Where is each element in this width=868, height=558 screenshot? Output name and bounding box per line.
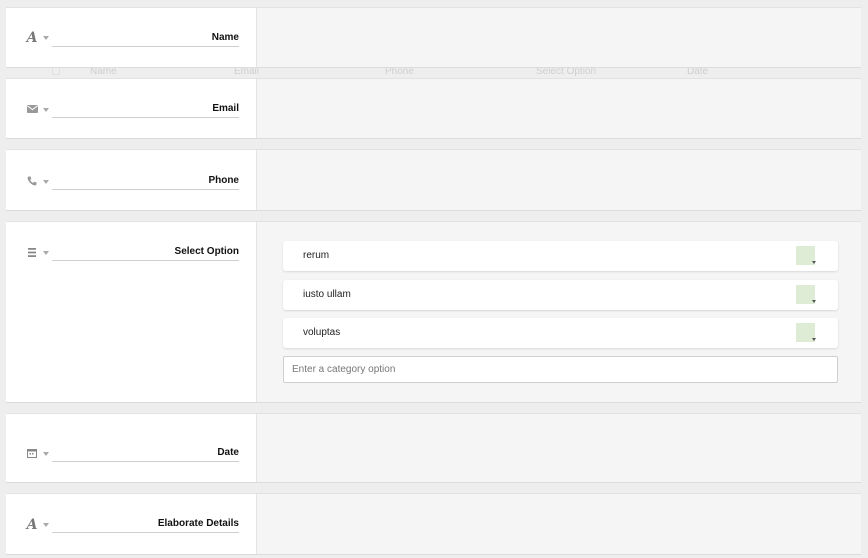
category-option[interactable]: voluptas [283, 318, 838, 348]
field-row-select-option: Select Option rerum iusto ullam voluptas [6, 221, 861, 403]
field-row-email: Email [6, 78, 861, 139]
field-config-panel: Date [6, 414, 257, 482]
chevron-down-icon[interactable] [43, 452, 49, 456]
phone-icon[interactable] [25, 174, 39, 188]
envelope-icon[interactable] [25, 102, 39, 116]
chevron-down-icon[interactable] [43, 108, 49, 112]
field-name-input[interactable]: Email [52, 100, 239, 118]
chevron-down-icon[interactable] [812, 300, 816, 303]
chevron-down-icon[interactable] [812, 261, 816, 264]
field-row-elaborate-details: A Elaborate Details [6, 493, 861, 555]
field-row-phone: Phone [6, 149, 861, 211]
field-options-panel [257, 414, 861, 482]
field-name-input[interactable]: Phone [52, 172, 239, 190]
chevron-down-icon[interactable] [43, 36, 49, 40]
field-name-input[interactable]: Elaborate Details [52, 515, 239, 533]
field-options-panel [257, 150, 861, 210]
field-options-panel [257, 79, 861, 138]
category-option[interactable]: rerum [283, 241, 838, 271]
field-row-date: Date [6, 413, 861, 483]
category-option-label[interactable]: rerum [303, 250, 329, 261]
field-row-name: A Name [6, 7, 861, 68]
field-config-panel: A Elaborate Details [6, 494, 257, 554]
calendar-icon[interactable] [25, 446, 39, 460]
chevron-down-icon[interactable] [43, 180, 49, 184]
field-name-input[interactable]: Select Option [52, 243, 239, 261]
text-icon[interactable]: A [25, 30, 39, 46]
field-name-input[interactable]: Name [52, 29, 239, 47]
chevron-down-icon[interactable] [43, 523, 49, 527]
chevron-down-icon[interactable] [812, 338, 816, 341]
select-all-checkbox [52, 67, 60, 75]
field-options-panel [257, 494, 861, 554]
category-option[interactable]: iusto ullam [283, 280, 838, 310]
text-icon[interactable]: A [25, 517, 39, 533]
field-name-input[interactable]: Date [52, 444, 239, 462]
list-icon[interactable] [25, 245, 39, 259]
field-config-panel: Select Option [6, 222, 257, 402]
category-option-label[interactable]: voluptas [303, 327, 340, 338]
chevron-down-icon[interactable] [43, 251, 49, 255]
field-config-panel: A Name [6, 8, 257, 67]
new-category-option-input[interactable] [283, 356, 838, 383]
field-options-panel [257, 8, 861, 67]
field-config-panel: Email [6, 79, 257, 138]
category-option-label[interactable]: iusto ullam [303, 289, 351, 300]
field-config-panel: Phone [6, 150, 257, 210]
field-options-panel: rerum iusto ullam voluptas [257, 222, 861, 402]
